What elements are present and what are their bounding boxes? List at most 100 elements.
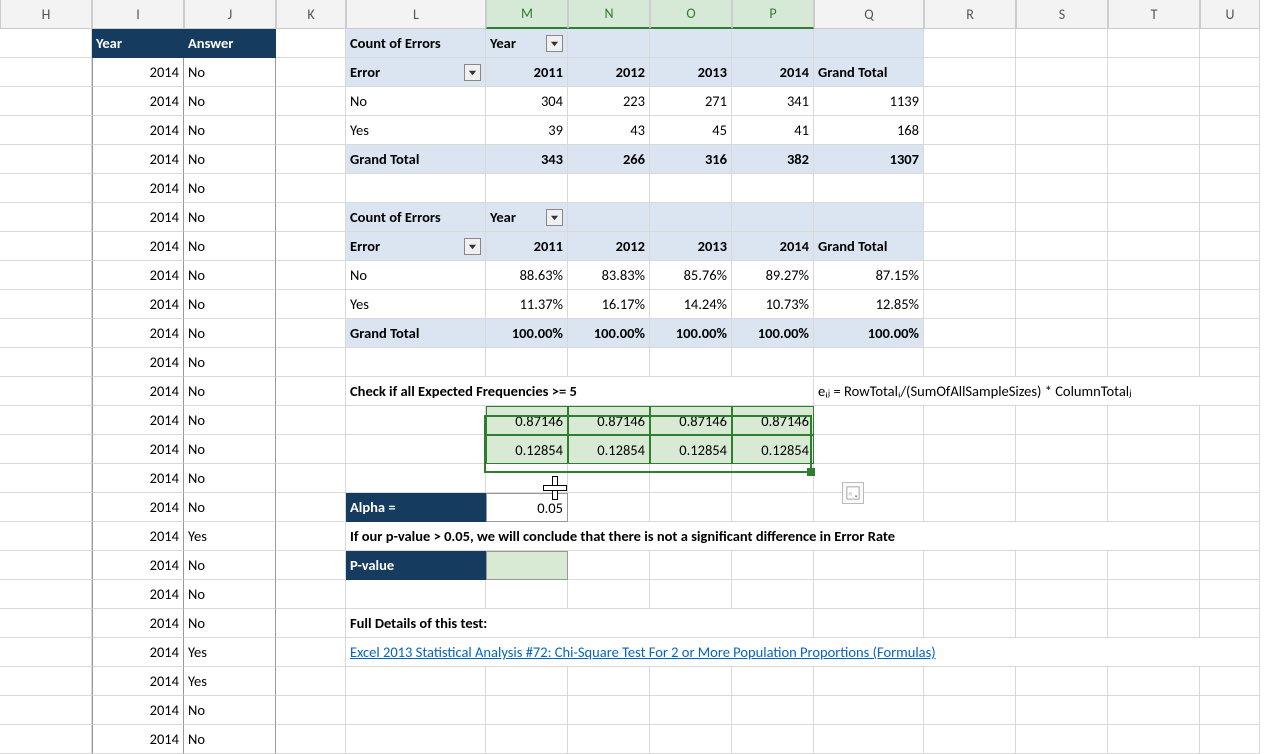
empty-cell[interactable] — [1016, 203, 1108, 232]
empty-cell[interactable] — [1016, 87, 1108, 116]
cell-K[interactable] — [276, 319, 346, 348]
empty-cell[interactable] — [1200, 29, 1260, 58]
empty-cell[interactable] — [732, 667, 814, 696]
empty-cell[interactable] — [924, 87, 1016, 116]
empty-cell[interactable] — [732, 580, 814, 609]
cell-H[interactable] — [0, 406, 92, 435]
filter-dropdown-icon[interactable] — [464, 64, 481, 81]
empty-cell[interactable] — [1016, 261, 1108, 290]
empty-cell[interactable] — [650, 667, 732, 696]
empty-cell[interactable] — [568, 696, 650, 725]
cell-K[interactable] — [276, 116, 346, 145]
col-header-R[interactable]: R — [924, 0, 1016, 29]
empty-cell[interactable] — [1200, 319, 1260, 348]
empty-cell[interactable] — [568, 725, 650, 754]
empty-cell[interactable] — [1200, 348, 1260, 377]
empty-cell[interactable] — [1108, 609, 1200, 638]
empty-cell[interactable] — [650, 493, 732, 522]
empty-cell[interactable] — [924, 580, 1016, 609]
empty-cell[interactable] — [1200, 435, 1260, 464]
empty-cell[interactable] — [1108, 261, 1200, 290]
cell-H[interactable] — [0, 87, 92, 116]
empty-cell[interactable] — [1016, 290, 1108, 319]
empty-cell[interactable] — [924, 348, 1016, 377]
empty-cell[interactable] — [1016, 58, 1108, 87]
cell-H[interactable] — [0, 435, 92, 464]
empty-cell[interactable] — [1200, 203, 1260, 232]
empty-cell[interactable] — [1108, 493, 1200, 522]
empty-cell[interactable] — [486, 667, 568, 696]
empty-cell[interactable] — [568, 174, 650, 203]
empty-cell[interactable] — [650, 348, 732, 377]
cell-H[interactable] — [0, 261, 92, 290]
empty-cell[interactable] — [346, 580, 486, 609]
empty-cell[interactable] — [732, 348, 814, 377]
empty-cell[interactable] — [924, 406, 1016, 435]
empty-cell[interactable] — [924, 29, 1016, 58]
cell-K[interactable] — [276, 87, 346, 116]
empty-cell[interactable] — [486, 464, 568, 493]
empty-cell[interactable] — [346, 174, 486, 203]
pivot2-colfield[interactable]: Year — [486, 203, 568, 232]
cell-H[interactable] — [0, 638, 92, 667]
alpha-value[interactable]: 0.05 — [486, 493, 568, 522]
empty-cell[interactable] — [814, 435, 924, 464]
empty-cell[interactable] — [346, 667, 486, 696]
empty-cell[interactable] — [486, 725, 568, 754]
empty-cell[interactable] — [1016, 116, 1108, 145]
empty-cell[interactable] — [1016, 145, 1108, 174]
cell-K[interactable] — [276, 493, 346, 522]
empty-cell[interactable] — [924, 609, 1016, 638]
empty-cell[interactable] — [1016, 464, 1108, 493]
filter-dropdown-icon[interactable] — [464, 238, 481, 255]
empty-cell[interactable] — [1108, 435, 1200, 464]
empty-cell[interactable] — [1200, 667, 1260, 696]
empty-cell[interactable] — [924, 145, 1016, 174]
cell-K[interactable] — [276, 551, 346, 580]
empty-cell[interactable] — [568, 348, 650, 377]
empty-cell[interactable] — [1108, 232, 1200, 261]
empty-cell[interactable] — [814, 493, 924, 522]
cell-K[interactable] — [276, 174, 346, 203]
cell-K[interactable] — [276, 261, 346, 290]
empty-cell[interactable] — [650, 696, 732, 725]
cell-H[interactable] — [0, 667, 92, 696]
cell-H[interactable] — [0, 203, 92, 232]
empty-cell[interactable] — [1200, 464, 1260, 493]
filter-dropdown-icon[interactable] — [546, 35, 563, 52]
col-header-N[interactable]: N — [568, 0, 650, 29]
cell-H[interactable] — [0, 377, 92, 406]
empty-cell[interactable] — [1200, 145, 1260, 174]
empty-cell[interactable] — [1108, 203, 1200, 232]
empty-cell[interactable] — [1200, 87, 1260, 116]
empty-cell[interactable] — [1108, 174, 1200, 203]
col-header-T[interactable]: T — [1108, 0, 1200, 29]
empty-cell[interactable] — [924, 551, 1016, 580]
cell-H[interactable] — [0, 145, 92, 174]
cell-H[interactable] — [0, 464, 92, 493]
cell-H[interactable] — [0, 58, 92, 87]
cell-K[interactable] — [276, 435, 346, 464]
empty-cell[interactable] — [1200, 551, 1260, 580]
empty-cell[interactable] — [650, 174, 732, 203]
cell-K[interactable] — [276, 696, 346, 725]
empty-cell[interactable] — [1108, 290, 1200, 319]
empty-cell[interactable] — [568, 493, 650, 522]
cell-K[interactable] — [276, 406, 346, 435]
empty-cell[interactable] — [814, 609, 924, 638]
empty-cell[interactable] — [568, 551, 650, 580]
empty-cell[interactable] — [814, 406, 924, 435]
empty-cell[interactable] — [346, 725, 486, 754]
empty-cell[interactable] — [1200, 696, 1260, 725]
empty-cell[interactable] — [486, 696, 568, 725]
empty-cell[interactable] — [568, 667, 650, 696]
empty-cell[interactable] — [1108, 551, 1200, 580]
empty-cell[interactable] — [346, 348, 486, 377]
empty-cell[interactable] — [1200, 290, 1260, 319]
empty-cell[interactable] — [814, 580, 924, 609]
empty-cell[interactable] — [814, 348, 924, 377]
empty-cell[interactable] — [1016, 232, 1108, 261]
cell-K[interactable] — [276, 725, 346, 754]
empty-cell[interactable] — [346, 464, 486, 493]
empty-cell[interactable] — [1200, 232, 1260, 261]
